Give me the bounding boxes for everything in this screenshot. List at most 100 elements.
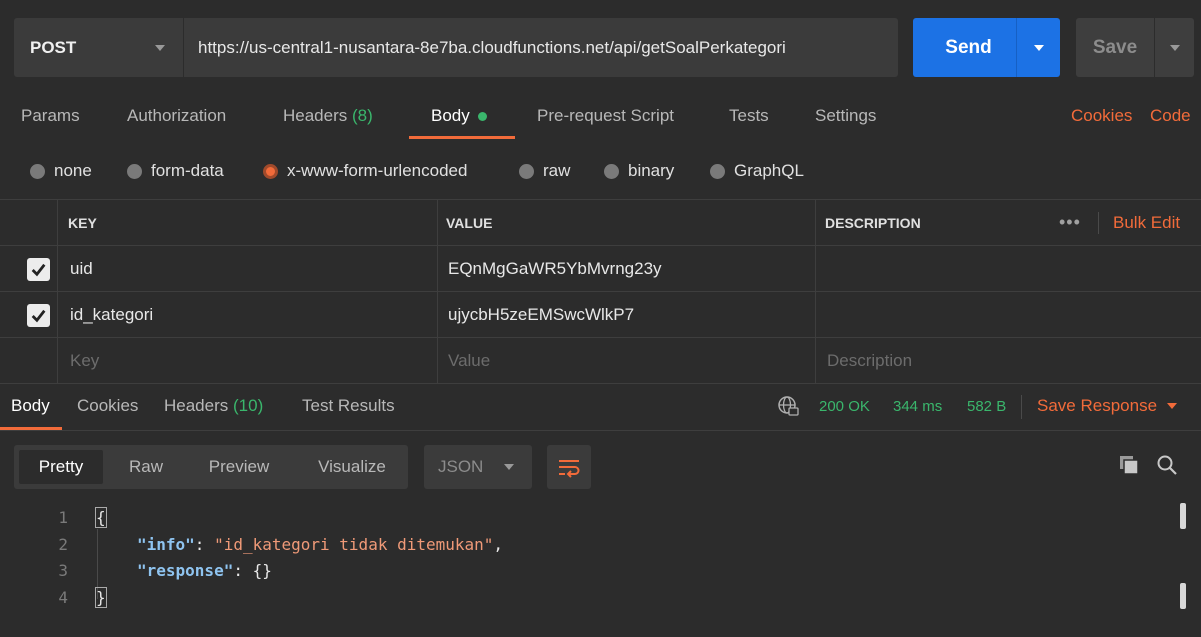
scrollbar-thumb[interactable]	[1180, 583, 1186, 609]
status-code[interactable]: 200 OK	[819, 398, 870, 415]
more-options-icon[interactable]: •••	[1059, 200, 1081, 245]
close-brace: }	[95, 587, 107, 608]
code-line: "info": "id_kategori tidak ditemukan",	[137, 535, 504, 554]
save-dropdown-button[interactable]	[1154, 18, 1194, 77]
row-checkbox[interactable]	[27, 258, 50, 281]
save-response-label: Save Response	[1037, 396, 1158, 415]
code-link[interactable]: Code	[1150, 106, 1191, 126]
wrap-lines-icon	[559, 460, 580, 478]
bulk-edit-link[interactable]: Bulk Edit	[1113, 200, 1180, 245]
copy-icon[interactable]	[1118, 454, 1140, 476]
tab-label: Tests	[729, 106, 769, 125]
active-tab-indicator	[409, 136, 515, 139]
save-button[interactable]: Save	[1076, 18, 1194, 77]
line-number: 3	[58, 561, 68, 580]
chevron-down-icon	[1169, 44, 1180, 51]
param-value-cell[interactable]: EQnMgGaWR5YbMvrng23y	[448, 246, 662, 291]
radio-icon	[519, 163, 534, 179]
code-line: {	[95, 507, 107, 528]
param-key-cell[interactable]: id_kategori	[70, 292, 153, 337]
tab-label: Headers	[283, 106, 348, 125]
tab-pre-request-script[interactable]: Pre-request Script	[537, 106, 674, 126]
chevron-down-icon	[155, 44, 165, 51]
search-icon[interactable]	[1156, 454, 1178, 476]
tab-count-badge: (10)	[233, 396, 264, 415]
send-button[interactable]: Send	[913, 18, 1060, 77]
tab-response-cookies[interactable]: Cookies	[77, 396, 138, 416]
scrollbar-thumb[interactable]	[1180, 503, 1186, 529]
format-select[interactable]: JSON	[424, 445, 532, 489]
tab-body[interactable]: Body	[431, 106, 487, 126]
tab-visualize[interactable]: Visualize	[302, 445, 402, 489]
response-size[interactable]: 582 B	[967, 398, 1006, 415]
response-time[interactable]: 344 ms	[893, 398, 942, 415]
method-select[interactable]: POST	[14, 18, 184, 77]
radio-icon	[30, 163, 45, 179]
tab-response-headers[interactable]: Headers (10)	[164, 396, 263, 416]
table-row: uid EQnMgGaWR5YbMvrng23y	[0, 246, 1201, 292]
tab-raw[interactable]: Raw	[114, 445, 178, 489]
table-header-row: KEY VALUE DESCRIPTION ••• Bulk Edit	[0, 200, 1201, 246]
new-value-input[interactable]: Value	[448, 338, 490, 383]
mode-label: GraphQL	[734, 161, 804, 180]
param-value-cell[interactable]: ujycbH5zeEMSwcWlkP7	[448, 292, 634, 337]
tab-label: Headers	[164, 396, 229, 415]
send-dropdown-button[interactable]	[1016, 18, 1060, 77]
tab-preview[interactable]: Preview	[194, 445, 284, 489]
response-tabs: Body Cookies Headers (10) Test Results 2…	[0, 383, 1201, 431]
request-tabs: Params Authorization Headers (8) Body Pr…	[0, 96, 1201, 140]
code-line: "response": {}	[137, 561, 272, 580]
save-response-button[interactable]: Save Response	[1037, 396, 1178, 416]
mode-label: raw	[543, 161, 571, 180]
column-header-description: DESCRIPTION	[825, 214, 921, 231]
mode-binary-radio[interactable]: binary	[604, 161, 674, 181]
json-string: "id_kategori tidak ditemukan"	[214, 535, 494, 554]
tab-tests[interactable]: Tests	[729, 106, 769, 126]
json-object: {}	[252, 561, 272, 580]
tab-params[interactable]: Params	[21, 106, 80, 126]
mode-graphql-radio[interactable]: GraphQL	[710, 161, 804, 181]
mode-form-data-radio[interactable]: form-data	[127, 161, 224, 181]
chevron-down-icon	[504, 464, 514, 470]
body-mode-selector: none form-data x-www-form-urlencoded raw…	[0, 157, 1201, 187]
row-checkbox[interactable]	[27, 304, 50, 327]
json-key: "info"	[137, 535, 195, 554]
url-input[interactable]: https://us-central1-nusantara-8e7ba.clou…	[184, 38, 786, 58]
save-label: Save	[1092, 36, 1138, 58]
tab-label: Params	[21, 106, 80, 125]
view-mode-tabs: Pretty Raw Preview Visualize	[14, 445, 408, 489]
tab-test-results[interactable]: Test Results	[302, 396, 395, 416]
table-row-new: Key Value Description	[0, 338, 1201, 384]
json-key: "response"	[137, 561, 234, 580]
mode-label: x-www-form-urlencoded	[287, 161, 468, 180]
tab-authorization[interactable]: Authorization	[127, 106, 226, 126]
wrap-lines-button[interactable]	[547, 445, 591, 489]
params-table: KEY VALUE DESCRIPTION ••• Bulk Edit uid …	[0, 199, 1201, 384]
send-label: Send	[945, 36, 992, 58]
new-key-input[interactable]: Key	[70, 338, 99, 383]
tab-response-body[interactable]: Body	[11, 396, 50, 416]
tab-pretty[interactable]: Pretty	[18, 449, 104, 485]
active-tab-indicator	[0, 427, 62, 430]
mode-urlencoded-radio[interactable]: x-www-form-urlencoded	[263, 161, 467, 181]
cookies-link[interactable]: Cookies	[1071, 106, 1132, 126]
line-number: 2	[58, 535, 68, 554]
new-description-input[interactable]: Description	[827, 338, 912, 383]
mode-none-radio[interactable]: none	[30, 161, 92, 181]
method-label: POST	[30, 37, 77, 57]
chevron-down-icon	[1167, 403, 1178, 409]
response-body-viewer[interactable]: 1 2 3 4 { "info": "id_kategori tidak dit…	[0, 505, 1201, 637]
tab-label: Settings	[815, 106, 877, 125]
mode-raw-radio[interactable]: raw	[519, 161, 570, 181]
tab-settings[interactable]: Settings	[815, 106, 876, 126]
radio-icon	[127, 163, 142, 179]
divider	[1098, 212, 1099, 234]
checkmark-icon	[31, 309, 46, 323]
globe-icon[interactable]	[777, 395, 799, 417]
mode-label: none	[54, 161, 92, 180]
param-key-cell[interactable]: uid	[70, 246, 93, 291]
tab-count-badge: (8)	[352, 106, 373, 125]
radio-selected-icon	[263, 163, 278, 179]
line-number: 4	[58, 588, 68, 607]
tab-headers[interactable]: Headers (8)	[283, 106, 373, 126]
